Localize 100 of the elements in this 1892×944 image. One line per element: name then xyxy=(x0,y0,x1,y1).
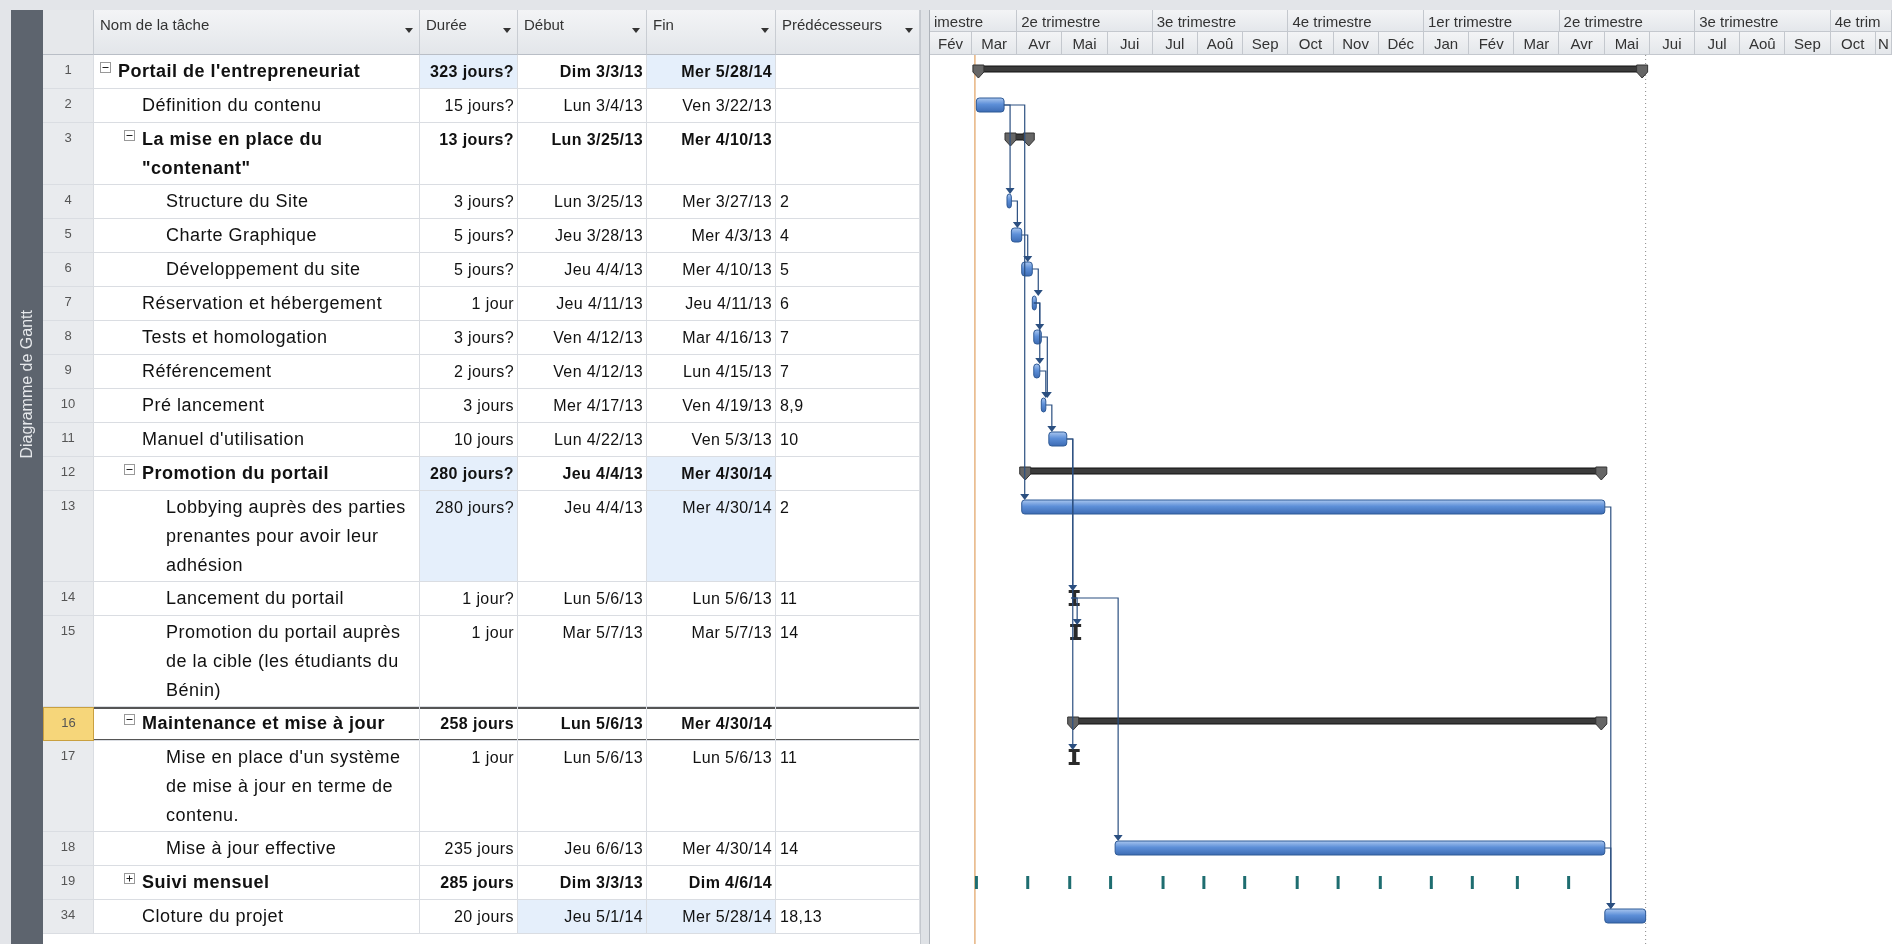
quarter-label: 3e trimestre xyxy=(1695,10,1831,31)
task-name: Pré lancement xyxy=(142,394,266,417)
quarter-label: 4e trimestre xyxy=(1288,10,1424,31)
task-name: Référencement xyxy=(142,360,273,383)
recurring-occurrence-mark[interactable] xyxy=(1567,876,1571,889)
dropdown-caret-icon xyxy=(905,28,913,33)
duration-cell: 3 jours? xyxy=(420,185,518,219)
recurring-occurrence-mark[interactable] xyxy=(1429,876,1433,889)
row-number[interactable]: 4 xyxy=(43,185,94,219)
start-date-cell: Lun 4/22/13 xyxy=(518,423,647,457)
recurring-occurrence-mark[interactable] xyxy=(1336,876,1340,889)
finish-date-cell: Mer 5/28/14 xyxy=(647,900,776,934)
month-label: Oct xyxy=(1288,32,1334,54)
row-number[interactable]: 2 xyxy=(43,89,94,123)
month-label: Oct xyxy=(1830,32,1876,54)
row-number[interactable]: 18 xyxy=(43,832,94,866)
manual-task-marker[interactable] xyxy=(1070,624,1082,640)
recurring-occurrence-mark[interactable] xyxy=(1470,876,1474,889)
task-bar[interactable] xyxy=(1031,295,1037,311)
month-label: Sep xyxy=(1785,32,1831,54)
recurring-occurrence-mark[interactable] xyxy=(1202,876,1206,889)
finish-date-cell: Lun 5/6/13 xyxy=(647,582,776,616)
row-number[interactable]: 15 xyxy=(43,616,94,707)
column-header[interactable]: Prédécesseurs xyxy=(776,10,920,55)
task-name: Charte Graphique xyxy=(166,224,319,247)
summary-bar[interactable] xyxy=(1019,466,1608,481)
finish-date-cell: Mar 4/16/13 xyxy=(647,321,776,355)
recurring-occurrence-mark[interactable] xyxy=(974,876,978,889)
collapse-icon[interactable] xyxy=(124,464,135,475)
start-date-cell: Lun 3/25/13 xyxy=(518,123,647,185)
task-name: Tests et homologation xyxy=(142,326,329,349)
row-number[interactable]: 19 xyxy=(43,866,94,900)
collapse-icon[interactable] xyxy=(124,130,135,141)
recurring-occurrence-mark[interactable] xyxy=(1378,876,1382,889)
recurring-occurrence-mark[interactable] xyxy=(1109,876,1113,889)
finish-date-cell: Mer 4/3/13 xyxy=(647,219,776,253)
summary-bar[interactable] xyxy=(1067,716,1608,731)
collapse-icon[interactable] xyxy=(100,62,111,73)
recurring-occurrence-mark[interactable] xyxy=(1295,876,1299,889)
row-number[interactable]: 11 xyxy=(43,423,94,457)
duration-cell: 280 jours? xyxy=(420,457,518,491)
recurring-occurrence-mark[interactable] xyxy=(1515,876,1519,889)
task-bar[interactable] xyxy=(1033,363,1041,379)
recurring-occurrence-mark[interactable] xyxy=(1026,876,1030,889)
task-name: La mise en place du "contenant" xyxy=(142,128,324,180)
manual-task-marker[interactable] xyxy=(1068,590,1080,606)
month-label: Nov xyxy=(1333,32,1379,54)
start-date-cell: Mar 5/7/13 xyxy=(518,616,647,707)
task-bar[interactable] xyxy=(1048,431,1068,447)
row-number[interactable]: 12 xyxy=(43,457,94,491)
row-number[interactable]: 16 xyxy=(43,707,94,741)
row-number[interactable]: 3 xyxy=(43,123,94,185)
quarter-label: 4e trim xyxy=(1830,10,1892,31)
task-name: Manuel d'utilisation xyxy=(142,428,306,451)
row-number[interactable]: 10 xyxy=(43,389,94,423)
task-name: Promotion du portail auprès de la cible (les étudiants du Bénin) xyxy=(166,621,402,702)
start-date-cell: Lun 3/4/13 xyxy=(518,89,647,123)
task-bar[interactable] xyxy=(1006,193,1012,209)
manual-task-marker[interactable] xyxy=(1068,749,1080,765)
task-bar[interactable] xyxy=(1010,227,1023,243)
column-header[interactable]: Durée xyxy=(420,10,518,55)
month-label: Aoû xyxy=(1197,32,1244,54)
recurring-occurrence-mark[interactable] xyxy=(1243,876,1247,889)
column-header[interactable]: Nom de la tâche xyxy=(94,10,420,55)
task-bar[interactable] xyxy=(975,97,1005,113)
month-label: Fév xyxy=(930,32,972,54)
summary-bar[interactable] xyxy=(1004,132,1035,147)
row-number[interactable]: 17 xyxy=(43,741,94,832)
row-number[interactable]: 1 xyxy=(43,55,94,89)
task-bar[interactable] xyxy=(1021,261,1033,277)
start-date-cell: Jeu 3/28/13 xyxy=(518,219,647,253)
finish-date-cell: Jeu 4/11/13 xyxy=(647,287,776,321)
column-header[interactable]: Fin xyxy=(647,10,776,55)
column-header[interactable]: Début xyxy=(518,10,647,55)
task-bar[interactable] xyxy=(1604,908,1647,924)
recurring-occurrence-mark[interactable] xyxy=(1068,876,1072,889)
month-label: Jul xyxy=(1152,32,1198,54)
start-date-cell: Lun 5/6/13 xyxy=(518,707,647,741)
finish-date-cell: Mer 4/30/14 xyxy=(647,832,776,866)
collapse-icon[interactable] xyxy=(124,714,135,725)
expand-icon[interactable] xyxy=(124,873,135,884)
row-number[interactable]: 13 xyxy=(43,491,94,582)
finish-date-cell: Ven 3/22/13 xyxy=(647,89,776,123)
row-number[interactable]: 9 xyxy=(43,355,94,389)
dropdown-caret-icon xyxy=(405,28,413,33)
dropdown-caret-icon xyxy=(503,28,511,33)
summary-bar[interactable] xyxy=(972,64,1649,79)
row-number[interactable]: 14 xyxy=(43,582,94,616)
row-number[interactable]: 34 xyxy=(43,900,94,934)
recurring-occurrence-mark[interactable] xyxy=(1161,876,1165,889)
task-bar[interactable] xyxy=(1033,329,1042,345)
row-number[interactable]: 5 xyxy=(43,219,94,253)
row-number[interactable]: 7 xyxy=(43,287,94,321)
row-number[interactable]: 8 xyxy=(43,321,94,355)
start-date-cell: Jeu 4/4/13 xyxy=(518,253,647,287)
month-label: Jul xyxy=(1695,32,1741,54)
row-number[interactable]: 6 xyxy=(43,253,94,287)
month-label: Mar xyxy=(1514,32,1560,54)
task-bar[interactable] xyxy=(1040,397,1047,413)
month-label: Jan xyxy=(1423,32,1470,54)
